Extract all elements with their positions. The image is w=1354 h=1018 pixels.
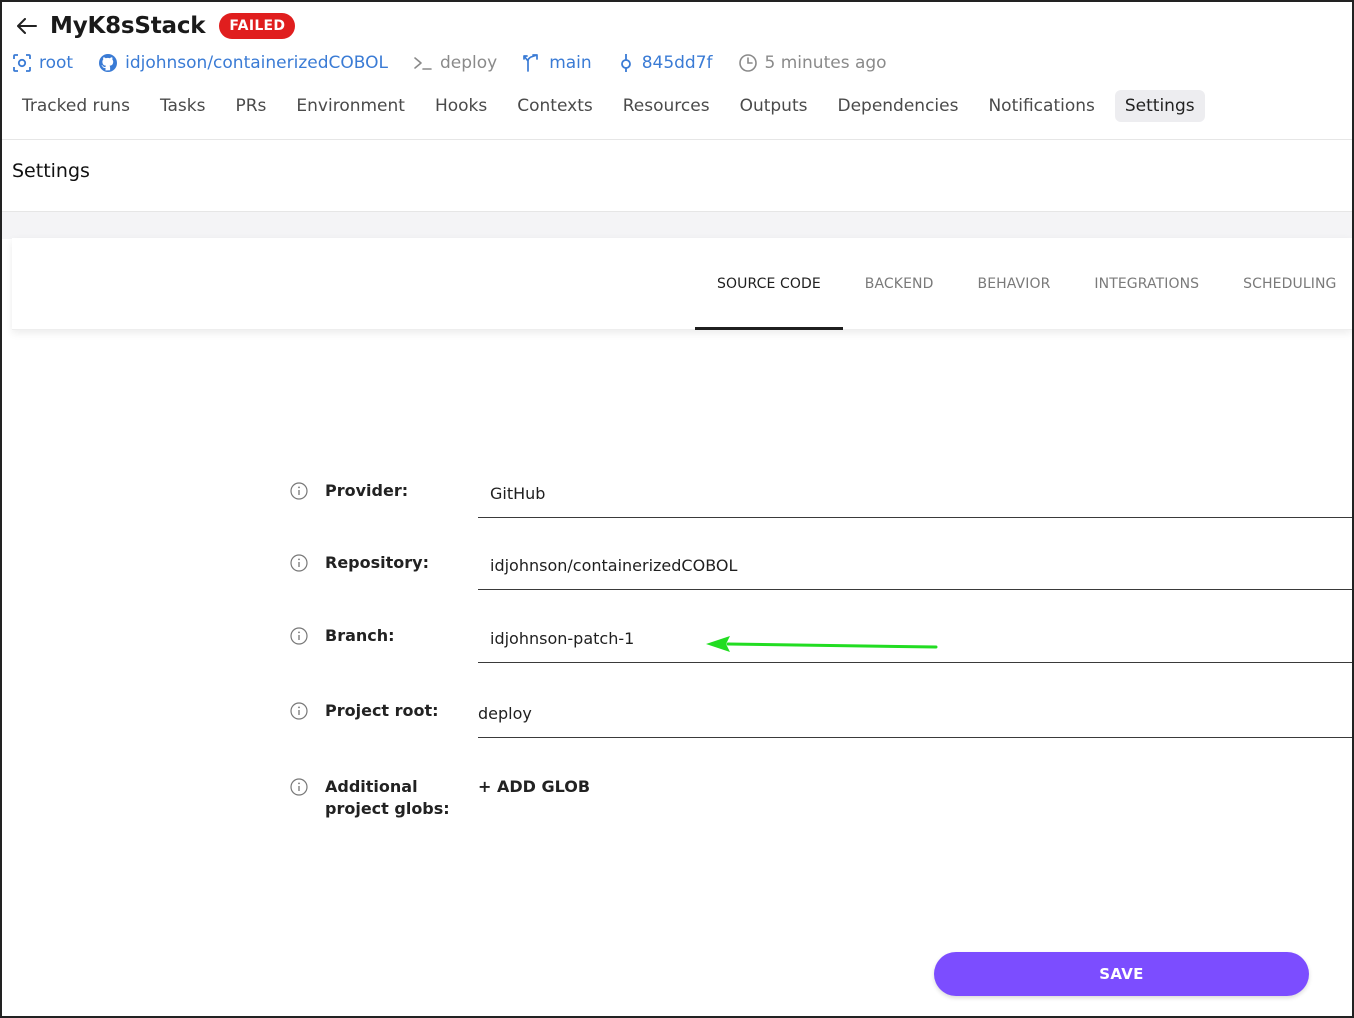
clock-icon — [738, 54, 757, 72]
section-band — [2, 211, 1352, 239]
project-root-row: Project root: — [290, 690, 1352, 740]
tab-contexts[interactable]: Contexts — [507, 90, 602, 122]
info-icon[interactable] — [290, 482, 308, 500]
branch-icon — [523, 54, 539, 72]
additional-globs-row: Additional project globs: + ADD GLOB — [290, 766, 1352, 826]
tab-settings[interactable]: Settings — [1114, 90, 1205, 122]
save-button[interactable]: SAVE — [934, 952, 1309, 996]
tab-notifications[interactable]: Notifications — [978, 90, 1104, 122]
stack-nav-tabs: Tracked runs Tasks PRs Environment Hooks… — [12, 88, 1215, 124]
provider-select[interactable] — [478, 470, 1352, 518]
space-icon — [13, 54, 31, 72]
project-root-input[interactable] — [478, 690, 1352, 738]
provider-row: Provider: — [290, 470, 1352, 520]
subtab-scheduling[interactable]: SCHEDULING — [1221, 238, 1354, 330]
header-divider — [2, 139, 1352, 140]
subtab-behavior[interactable]: BEHAVIOR — [955, 238, 1072, 330]
time-meta: 5 minutes ago — [738, 53, 887, 73]
tab-environment[interactable]: Environment — [286, 90, 415, 122]
tab-hooks[interactable]: Hooks — [425, 90, 497, 122]
additional-globs-label-line1: Additional — [325, 777, 418, 796]
additional-globs-label-line2: project globs: — [325, 799, 450, 818]
tab-resources[interactable]: Resources — [613, 90, 720, 122]
space-link[interactable]: root — [12, 53, 73, 73]
info-icon[interactable] — [290, 702, 308, 720]
repository-select[interactable] — [478, 542, 1352, 590]
repository-field-label: Repository: — [325, 553, 429, 572]
repository-label: idjohnson/containerizedCOBOL — [125, 53, 388, 73]
tab-tasks[interactable]: Tasks — [150, 90, 216, 122]
project-root-field-label: Project root: — [325, 701, 439, 720]
status-badge: FAILED — [219, 13, 296, 39]
provider-label: Provider: — [325, 481, 409, 500]
stack-title: MyK8sStack — [50, 13, 206, 39]
commit-link[interactable]: 845dd7f — [617, 53, 713, 73]
stack-meta: root idjohnson/containerizedCOBOL deploy… — [12, 50, 912, 76]
info-icon[interactable] — [290, 627, 308, 645]
project-root-label: deploy — [439, 53, 498, 73]
tab-tracked-runs[interactable]: Tracked runs — [12, 90, 140, 122]
project-root-meta: deploy — [413, 53, 497, 73]
branch-field-label: Branch: — [325, 626, 395, 645]
tab-dependencies[interactable]: Dependencies — [827, 90, 968, 122]
info-icon[interactable] — [290, 554, 308, 572]
stack-header: MyK8sStack FAILED — [16, 10, 296, 42]
time-label: 5 minutes ago — [764, 53, 887, 73]
subtab-backend[interactable]: BACKEND — [843, 238, 956, 330]
branch-link[interactable]: main — [522, 53, 592, 73]
terminal-icon — [414, 57, 432, 70]
settings-sub-tabs: SOURCE CODE BACKEND BEHAVIOR INTEGRATION… — [695, 238, 1354, 330]
page-title: Settings — [12, 160, 90, 182]
back-arrow-icon[interactable] — [16, 15, 38, 37]
subtab-integrations[interactable]: INTEGRATIONS — [1072, 238, 1221, 330]
repository-link[interactable]: idjohnson/containerizedCOBOL — [98, 53, 388, 73]
branch-label: main — [549, 53, 592, 73]
subtab-source-code[interactable]: SOURCE CODE — [695, 238, 843, 330]
settings-tabs-panel: SOURCE CODE BACKEND BEHAVIOR INTEGRATION… — [12, 238, 1352, 330]
repository-row: Repository: — [290, 542, 1352, 592]
add-glob-button[interactable]: + ADD GLOB — [478, 776, 590, 798]
additional-globs-label: Additional project globs: — [325, 776, 450, 820]
tab-outputs[interactable]: Outputs — [730, 90, 818, 122]
annotation-arrow-icon — [706, 636, 938, 652]
commit-icon — [620, 54, 631, 72]
tab-prs[interactable]: PRs — [225, 90, 276, 122]
commit-label: 845dd7f — [641, 53, 713, 73]
info-icon[interactable] — [290, 778, 308, 796]
github-icon — [99, 54, 118, 72]
space-label: root — [39, 53, 74, 73]
